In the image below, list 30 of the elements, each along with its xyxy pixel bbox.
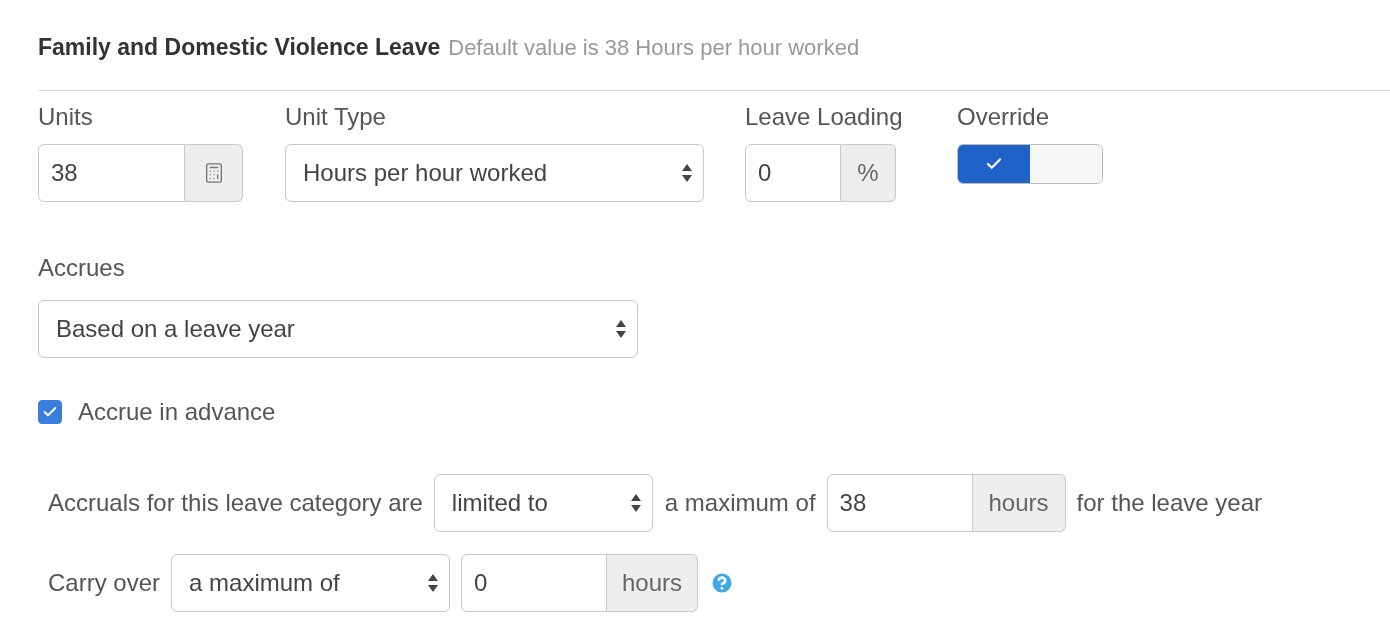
field-label: Accrues: [38, 253, 125, 283]
override-toggle[interactable]: [957, 144, 1103, 184]
limit-mode-select[interactable]: limited to: [433, 474, 653, 532]
accrues-select[interactable]: Based on a leave year: [38, 300, 638, 358]
unit-type-select[interactable]: Hours per hour worked: [285, 144, 704, 202]
limit-prefix-text: Accruals for this leave category are: [48, 488, 423, 518]
calculator-button[interactable]: [185, 144, 243, 202]
leave-loading-field[interactable]: 0: [745, 144, 841, 202]
limit-hours-field[interactable]: 38: [826, 474, 973, 532]
percent-addon: %: [841, 144, 896, 202]
carry-over-field[interactable]: 0: [461, 554, 608, 612]
checkbox-label: Accrue in advance: [78, 397, 276, 427]
limit-middle-text: a maximum of: [664, 488, 816, 518]
field-label: Override: [957, 102, 1050, 132]
sort-arrows-icon: [681, 163, 693, 183]
sort-arrows-icon: [629, 493, 642, 513]
field-label: Leave Loading: [745, 102, 903, 132]
limit-suffix-text: for the leave year: [1076, 488, 1262, 518]
field-label: Units: [38, 102, 93, 132]
field-label: Unit Type: [285, 102, 386, 132]
hours-addon: hours: [972, 474, 1066, 532]
carry-over-select[interactable]: a maximum of: [171, 554, 451, 612]
section-title: Family and Domestic Violence Leave: [38, 32, 441, 62]
sort-arrows-icon: [615, 319, 627, 339]
accrue-checkbox[interactable]: [38, 400, 62, 424]
hours-addon: hours: [607, 554, 699, 612]
default-value-hint: Default value is 38 Hours per hour worked: [448, 33, 860, 62]
carry-over-label: Carry over: [48, 568, 161, 598]
sort-arrows-icon: [427, 573, 440, 593]
units-field[interactable]: 38: [38, 144, 185, 202]
